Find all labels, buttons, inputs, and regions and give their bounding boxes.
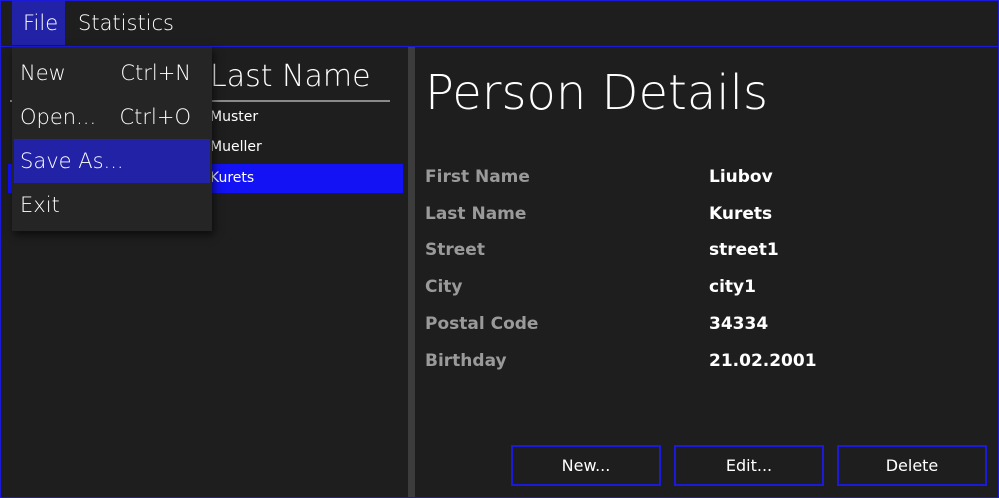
- value-street: street1: [709, 240, 779, 260]
- file-menu-dropdown: New Ctrl+N Open... Ctrl+O Save As... Exi…: [12, 47, 212, 231]
- list-cell-last-name: Muster: [210, 109, 259, 125]
- value-last-name: Kurets: [709, 204, 773, 224]
- edit-button[interactable]: Edit...: [674, 445, 824, 486]
- list-cell-last-name: Mueller: [210, 139, 262, 155]
- label-city: City: [425, 277, 463, 297]
- menu-item-label: Exit: [20, 193, 60, 217]
- menu-item-exit[interactable]: Exit: [14, 183, 210, 227]
- grid-splitter[interactable]: [408, 47, 415, 497]
- label-postal-code: Postal Code: [425, 314, 539, 334]
- delete-button[interactable]: Delete: [837, 445, 987, 486]
- label-birthday: Birthday: [425, 351, 507, 371]
- label-last-name: Last Name: [425, 204, 527, 224]
- column-header-last-name[interactable]: Last Name: [210, 59, 371, 94]
- menu-item-new[interactable]: New Ctrl+N: [14, 51, 210, 95]
- new-button[interactable]: New...: [511, 445, 661, 486]
- details-title: Person Details: [425, 65, 768, 121]
- menu-item-label: Save As...: [20, 149, 124, 173]
- value-first-name: Liubov: [709, 167, 773, 187]
- value-city: city1: [709, 277, 756, 297]
- menu-item-shortcut: Ctrl+N: [120, 61, 191, 85]
- list-cell-last-name: Kurets: [210, 170, 255, 186]
- column-header-underline: [210, 100, 390, 102]
- value-birthday: 21.02.2001: [709, 351, 817, 371]
- label-street: Street: [425, 240, 485, 260]
- menu-statistics[interactable]: Statistics: [67, 1, 185, 45]
- label-first-name: First Name: [425, 167, 530, 187]
- menu-bar: File Statistics: [1, 1, 998, 47]
- value-postal-code: 34334: [709, 314, 769, 334]
- app-window: File Statistics Last Name Muster Mueller…: [0, 0, 999, 498]
- menu-item-save-as[interactable]: Save As...: [14, 139, 210, 183]
- menu-item-label: Open...: [20, 105, 97, 129]
- menu-item-open[interactable]: Open... Ctrl+O: [14, 95, 210, 139]
- menu-item-label: New: [20, 61, 66, 85]
- menu-file[interactable]: File: [12, 1, 65, 45]
- menu-item-shortcut: Ctrl+O: [119, 105, 192, 129]
